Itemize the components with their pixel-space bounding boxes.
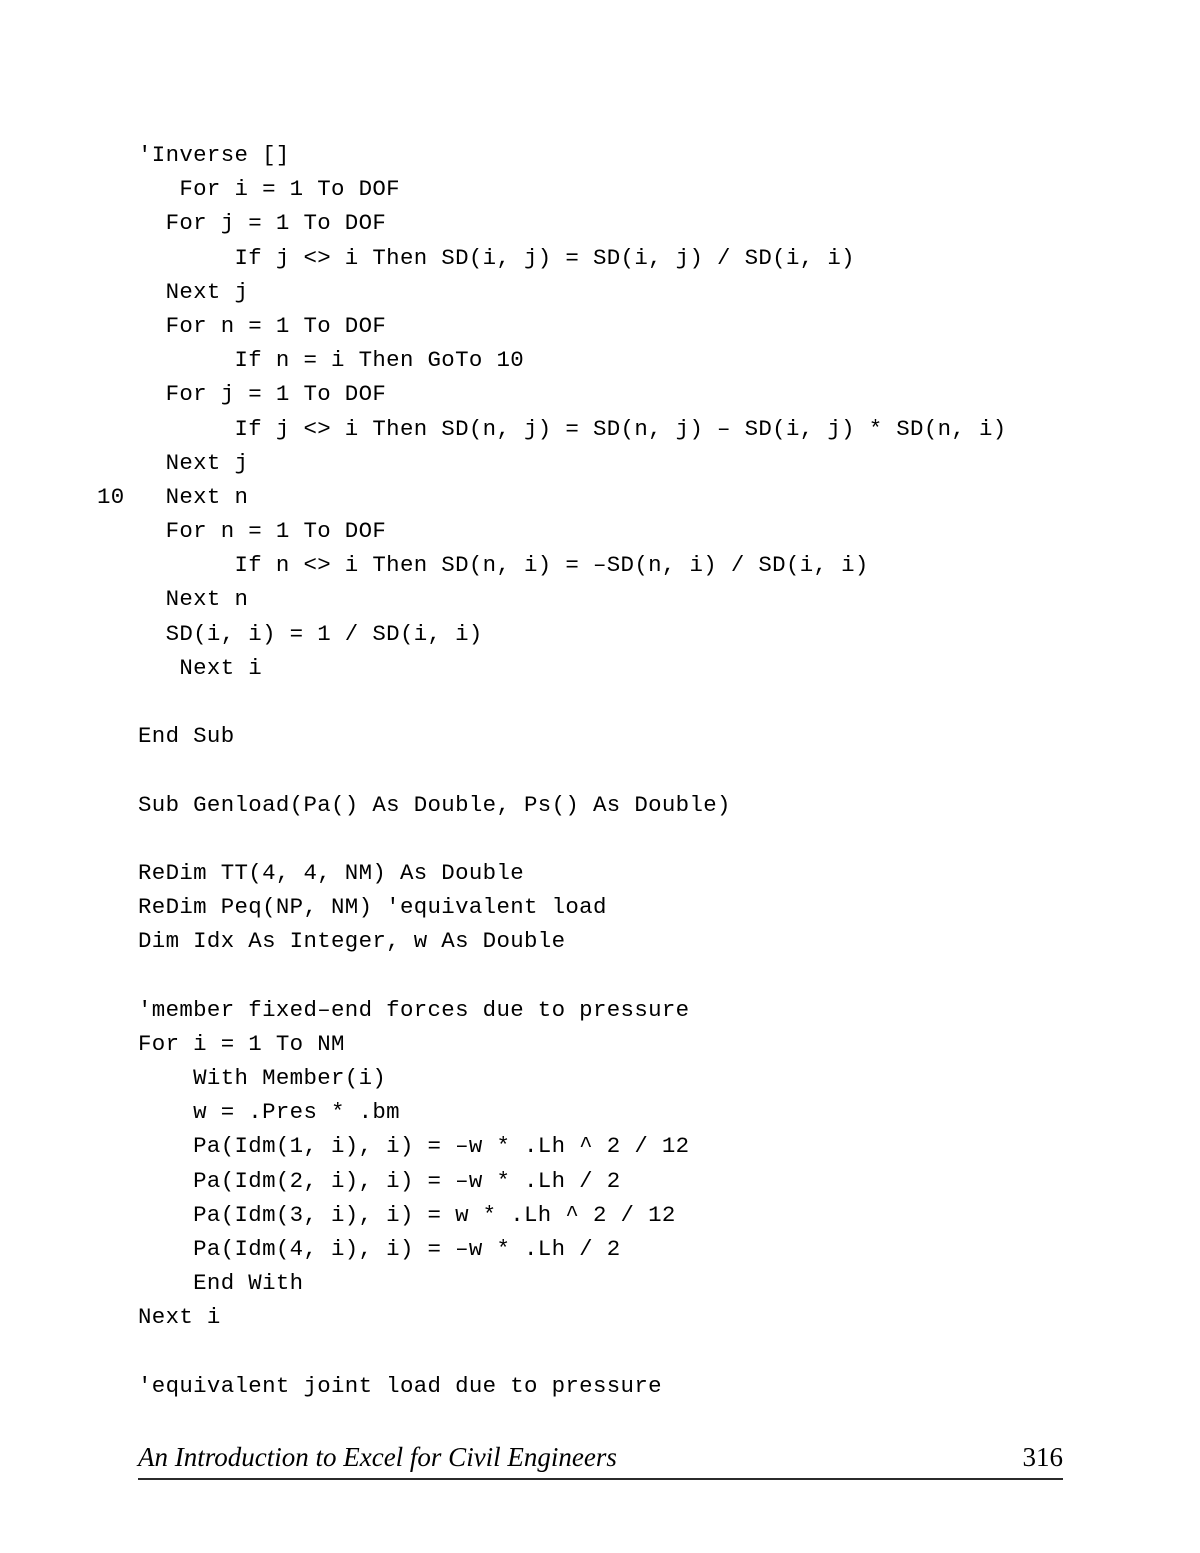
code-line-text: Pa(Idm(1, i), i) = –w * .Lh ^ 2 / 12 bbox=[138, 1133, 690, 1160]
code-line-text: w = .Pres * .bm bbox=[138, 1099, 400, 1126]
code-line: If j <> i Then SD(i, j) = SD(i, j) / SD(… bbox=[97, 241, 1117, 275]
code-line-text: For i = 1 To DOF bbox=[138, 176, 400, 203]
code-line-text: With Member(i) bbox=[138, 1065, 387, 1092]
code-line: w = .Pres * .bm bbox=[97, 1095, 1117, 1129]
code-line: For i = 1 To NM bbox=[97, 1027, 1117, 1061]
code-line: For n = 1 To DOF bbox=[97, 309, 1117, 343]
code-line: End Sub bbox=[97, 719, 1117, 753]
page-footer: An Introduction to Excel for Civil Engin… bbox=[138, 1440, 1063, 1482]
code-line-text: Next n bbox=[138, 483, 249, 510]
code-line: Pa(Idm(4, i), i) = –w * .Lh / 2 bbox=[97, 1232, 1117, 1266]
code-line: Next n bbox=[97, 582, 1117, 616]
code-line-text: Pa(Idm(4, i), i) = –w * .Lh / 2 bbox=[138, 1236, 621, 1262]
code-line: ReDim TT(4, 4, NM) As Double bbox=[97, 856, 1117, 890]
code-line: If j <> i Then SD(n, j) = SD(n, j) – SD(… bbox=[97, 412, 1117, 446]
code-line: End With bbox=[97, 1266, 1117, 1300]
code-line-text: 'Inverse [] bbox=[138, 142, 290, 168]
code-line-text: For j = 1 To DOF bbox=[138, 381, 387, 408]
code-line: For j = 1 To DOF bbox=[97, 377, 1117, 411]
code-line-text: Pa(Idm(3, i), i) = w * .Lh ^ 2 / 12 bbox=[138, 1201, 676, 1228]
code-line-text: If n <> i Then SD(n, i) = –SD(n, i) / SD… bbox=[138, 552, 869, 579]
code-line: With Member(i) bbox=[97, 1061, 1117, 1095]
code-line: Pa(Idm(2, i), i) = –w * .Lh / 2 bbox=[97, 1164, 1117, 1198]
code-line-text: For n = 1 To DOF bbox=[138, 518, 387, 545]
footer-page-number: 316 bbox=[1022, 1442, 1064, 1472]
document-page: 'Inverse [] For i = 1 To DOF For j = 1 T… bbox=[0, 0, 1200, 1553]
code-line-text: End With bbox=[138, 1270, 304, 1297]
code-line-text: If j <> i Then SD(n, j) = SD(n, j) – SD(… bbox=[138, 415, 1007, 442]
code-line: Next i bbox=[97, 651, 1117, 685]
code-line: 'Inverse [] bbox=[97, 138, 1117, 172]
code-line: Next j bbox=[97, 446, 1117, 480]
code-line: If n = i Then GoTo 10 bbox=[97, 343, 1117, 377]
footer-divider bbox=[138, 1478, 1063, 1480]
code-line: ReDim Peq(NP, NM) 'equivalent load bbox=[97, 890, 1117, 924]
code-line: Dim Idx As Integer, w As Double bbox=[97, 924, 1117, 958]
code-line-label: 10 bbox=[97, 483, 125, 510]
code-line-text: Next i bbox=[138, 1304, 221, 1331]
footer-book-title: An Introduction to Excel for Civil Engin… bbox=[138, 1442, 617, 1472]
code-line-text: Sub Genload(Pa() As Double, Ps() As Doub… bbox=[138, 791, 731, 818]
code-line: For n = 1 To DOF bbox=[97, 514, 1117, 548]
code-line-text: End Sub bbox=[138, 723, 235, 750]
code-line-text: Dim Idx As Integer, w As Double bbox=[138, 928, 566, 955]
code-line-text: If j <> i Then SD(i, j) = SD(i, j) / SD(… bbox=[138, 244, 855, 271]
code-line-text: ReDim Peq(NP, NM) 'equivalent load bbox=[138, 894, 607, 921]
code-line-text: Pa(Idm(2, i), i) = –w * .Lh / 2 bbox=[138, 1167, 621, 1194]
code-line-text: 'equivalent joint load due to pressure bbox=[138, 1372, 662, 1399]
code-line-text: Next j bbox=[138, 449, 249, 476]
code-line-text: For j = 1 To DOF bbox=[138, 210, 387, 237]
code-line: For j = 1 To DOF bbox=[97, 206, 1117, 240]
code-line-text: For i = 1 To NM bbox=[138, 1030, 345, 1057]
code-listing: 'Inverse [] For i = 1 To DOF For j = 1 T… bbox=[97, 138, 1117, 1403]
code-line-text: 'member fixed–end forces due to pressure bbox=[138, 996, 690, 1023]
code-line-text: If n = i Then GoTo 10 bbox=[138, 347, 525, 374]
code-line: SD(i, i) = 1 / SD(i, i) bbox=[97, 617, 1117, 651]
code-line: Pa(Idm(3, i), i) = w * .Lh ^ 2 / 12 bbox=[97, 1198, 1117, 1232]
code-line: For i = 1 To DOF bbox=[97, 172, 1117, 206]
code-line: Sub Genload(Pa() As Double, Ps() As Doub… bbox=[97, 788, 1117, 822]
code-line: 'member fixed–end forces due to pressure bbox=[97, 993, 1117, 1027]
code-line-text: Next i bbox=[138, 654, 263, 681]
code-line: If n <> i Then SD(n, i) = –SD(n, i) / SD… bbox=[97, 548, 1117, 582]
code-line-text: For n = 1 To DOF bbox=[138, 312, 387, 339]
code-line: 10 Next n bbox=[97, 480, 1117, 514]
code-line-text: Next n bbox=[138, 586, 249, 613]
code-line-text: ReDim TT(4, 4, NM) As Double bbox=[138, 859, 525, 886]
code-line-text: SD(i, i) = 1 / SD(i, i) bbox=[138, 620, 483, 647]
code-line: Next i bbox=[97, 1300, 1117, 1334]
code-line: Next j bbox=[97, 275, 1117, 309]
code-line-text: Next j bbox=[138, 278, 249, 305]
code-line: Pa(Idm(1, i), i) = –w * .Lh ^ 2 / 12 bbox=[97, 1129, 1117, 1163]
code-line: 'equivalent joint load due to pressure bbox=[97, 1369, 1117, 1403]
